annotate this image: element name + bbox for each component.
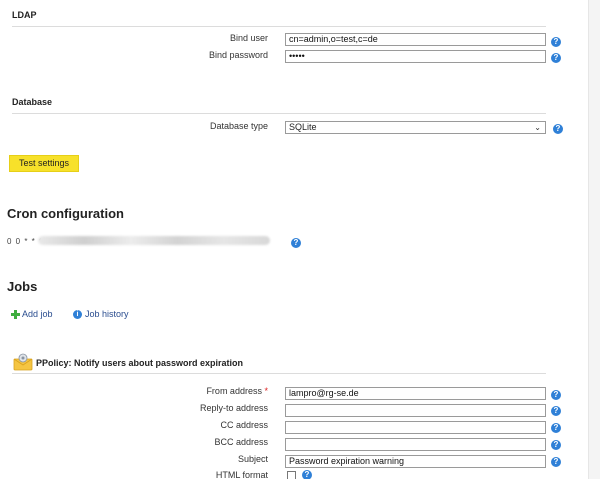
bind-password-input[interactable]: ••••• [285,50,546,63]
question-icon[interactable]: ? [551,390,561,400]
subject-label: Subject [237,454,268,464]
cc-address-input[interactable] [285,421,546,434]
database-section-heading: Database [12,97,546,114]
chevron-down-icon: ⌄ [534,123,541,132]
ppolicy-job-title: PPolicy: Notify users about password exp… [36,358,244,368]
bcc-address-label: BCC address [214,437,268,447]
reply-to-address-label: Reply-to address [199,403,268,413]
ldap-section-heading: LDAP [12,10,546,27]
database-type-select[interactable]: SQLite ⌄ [285,121,546,134]
question-icon[interactable]: ? [551,37,561,47]
bind-password-label: Bind password [208,50,268,60]
question-icon[interactable]: ? [551,406,561,416]
add-job-link[interactable]: Add job [22,309,53,319]
question-icon[interactable]: ? [291,238,301,248]
envelope-gear-icon [13,353,33,371]
job-history-link[interactable]: Job history [85,309,129,319]
cron-configuration-heading: Cron configuration [7,206,124,221]
required-marker: * [264,386,268,396]
jobs-heading: Jobs [7,279,38,294]
redacted-cron-command [38,236,270,245]
vertical-scrollbar[interactable] [588,0,600,479]
plus-icon [11,310,20,319]
scrollbar-thumb[interactable] [592,0,598,479]
bind-user-input[interactable]: cn=admin,o=test,c=de [285,33,546,46]
html-format-label: HTML format [215,470,268,479]
question-icon[interactable]: ? [551,53,561,63]
html-format-checkbox[interactable] [287,471,296,479]
reply-to-address-input[interactable] [285,404,546,417]
info-icon: i [73,310,82,319]
bcc-address-input[interactable] [285,438,546,451]
database-type-value: SQLite [289,122,317,132]
question-icon[interactable]: ? [551,440,561,450]
bind-user-label: Bind user [229,33,268,43]
question-icon[interactable]: ? [551,423,561,433]
question-icon[interactable]: ? [553,124,563,134]
divider [12,373,546,374]
question-icon[interactable]: ? [551,457,561,467]
from-address-label-text: From address [206,386,262,396]
from-address-label: From address * [118,386,268,396]
question-icon[interactable]: ? [302,470,312,479]
cc-address-label: CC address [220,420,268,430]
from-address-input[interactable]: lampro@rg-se.de [285,387,546,400]
test-settings-button[interactable]: Test settings [9,155,79,172]
database-type-label: Database type [209,121,268,131]
subject-input[interactable]: Password expiration warning [285,455,546,468]
